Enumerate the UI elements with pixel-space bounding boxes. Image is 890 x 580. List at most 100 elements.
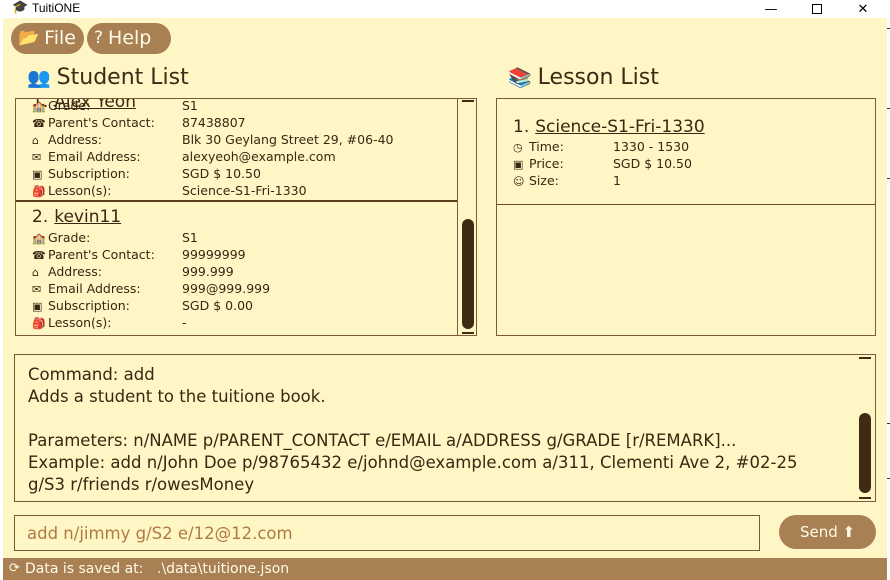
help-menu-label: Help bbox=[108, 27, 152, 49]
student-list-panel[interactable]: 1. Alex Yeoh 🏫 Grade: S1 ☎ Parent's Conta… bbox=[15, 98, 477, 336]
student-grade-row: 🏫 Grade: S1 bbox=[32, 229, 198, 246]
student-list-scrollbar[interactable] bbox=[457, 99, 476, 335]
grade-label: Grade: bbox=[48, 98, 91, 113]
student-card[interactable]: 2. kevin11 🏫 Grade: S1 ☎ Parent's Contact… bbox=[16, 202, 457, 335]
money-icon: ▣ bbox=[513, 158, 524, 171]
lessons-value: - bbox=[182, 315, 187, 330]
envelope-icon: ✉ bbox=[32, 151, 42, 164]
email-label: Email Address: bbox=[48, 281, 141, 296]
student-contact-row: ☎ Parent's Contact: 99999999 bbox=[32, 246, 246, 263]
result-display[interactable]: Command: add Adds a student to the tuiti… bbox=[14, 354, 876, 502]
lesson-list-heading: 📚 Lesson List bbox=[508, 65, 659, 91]
contact-value: 99999999 bbox=[182, 247, 246, 262]
home-icon: ⌂ bbox=[32, 266, 39, 279]
lesson-card[interactable]: 1. Science-S1-Fri-1330 ◷ Time: 1330 - 153… bbox=[497, 99, 875, 205]
student-card[interactable]: 1. Alex Yeoh 🏫 Grade: S1 ☎ Parent's Conta… bbox=[16, 99, 457, 202]
backpack-icon: 🎒 bbox=[32, 185, 46, 198]
books-icon: 📚 bbox=[508, 67, 532, 89]
money-icon: ▣ bbox=[32, 300, 43, 313]
student-card-header: 2. kevin11 bbox=[32, 206, 121, 228]
backpack-icon: 🎒 bbox=[32, 317, 46, 330]
address-label: Address: bbox=[48, 132, 102, 147]
minimize-icon: — bbox=[764, 1, 778, 17]
student-list-title: Student List bbox=[56, 65, 189, 90]
grade-value: S1 bbox=[182, 230, 198, 245]
result-text: Command: add Adds a student to the tuiti… bbox=[28, 365, 798, 494]
subscription-value: SGD $ 10.50 bbox=[182, 166, 261, 181]
scroll-down-cap[interactable] bbox=[462, 332, 474, 334]
envelope-icon: ✉ bbox=[32, 283, 42, 296]
address-value: Blk 30 Geylang Street 29, #06-40 bbox=[182, 132, 394, 147]
address-value: 999.999 bbox=[182, 264, 234, 279]
time-value: 1330 - 1530 bbox=[613, 139, 690, 154]
send-button[interactable]: Send ⬆ bbox=[779, 515, 876, 549]
close-icon: ✕ bbox=[857, 1, 869, 17]
folder-icon: 📂 bbox=[18, 28, 40, 48]
maximize-button[interactable] bbox=[794, 0, 840, 18]
result-scrollbar-thumb[interactable] bbox=[859, 413, 871, 493]
student-name: kevin11 bbox=[54, 207, 122, 227]
phone-icon: ☎ bbox=[32, 249, 46, 262]
lessons-label: Lesson(s): bbox=[48, 315, 112, 330]
time-label: Time: bbox=[529, 139, 564, 154]
email-label: Email Address: bbox=[48, 149, 141, 164]
file-menu[interactable]: 📂 File bbox=[11, 23, 84, 54]
subscription-label: Subscription: bbox=[48, 166, 130, 181]
email-value: 999@999.999 bbox=[182, 281, 271, 296]
command-input[interactable] bbox=[14, 515, 760, 551]
subscription-value: SGD $ 0.00 bbox=[182, 298, 253, 313]
lesson-time-row: ◷ Time: 1330 - 1530 bbox=[513, 138, 689, 155]
student-address-row: ⌂ Address: Blk 30 Geylang Street 29, #06… bbox=[32, 131, 393, 148]
grade-icon: 🏫 bbox=[32, 100, 46, 113]
contact-value: 87438807 bbox=[182, 115, 246, 130]
contact-label: Parent's Contact: bbox=[48, 247, 155, 262]
grade-value: S1 bbox=[182, 98, 198, 113]
save-path: .\data\tuitione.json bbox=[157, 561, 290, 577]
status-label: Data is saved at: bbox=[25, 561, 144, 577]
contact-label: Parent's Contact: bbox=[48, 115, 155, 130]
lesson-list-title: Lesson List bbox=[537, 65, 659, 90]
phone-icon: ☎ bbox=[32, 117, 46, 130]
grade-label: Grade: bbox=[48, 230, 91, 245]
grade-icon: 🏫 bbox=[32, 232, 46, 245]
maximize-icon bbox=[812, 4, 822, 14]
student-list-heading: 👥 Student List bbox=[27, 65, 189, 91]
student-email-row: ✉ Email Address: 999@999.999 bbox=[32, 280, 270, 297]
lesson-card-header: 1. Science-S1-Fri-1330 bbox=[513, 116, 705, 138]
address-label: Address: bbox=[48, 264, 102, 279]
status-bar: ⟳ Data is saved at: .\data\tuitione.json bbox=[3, 558, 887, 580]
lesson-list-panel[interactable]: 1. Science-S1-Fri-1330 ◷ Time: 1330 - 153… bbox=[496, 98, 876, 336]
sync-icon: ⟳ bbox=[9, 561, 20, 576]
price-value: SGD $ 10.50 bbox=[613, 156, 692, 171]
window-title: TuitiONE bbox=[32, 1, 81, 15]
scroll-down-cap[interactable] bbox=[859, 497, 871, 499]
close-button[interactable]: ✕ bbox=[840, 0, 886, 18]
student-grade-row: 🏫 Grade: S1 bbox=[32, 99, 198, 114]
student-lessons-row: 🎒 Lesson(s): - bbox=[32, 314, 187, 331]
scroll-up-cap[interactable] bbox=[859, 357, 871, 359]
student-index: 2. bbox=[32, 207, 49, 227]
student-email-row: ✉ Email Address: alexyeoh@example.com bbox=[32, 148, 336, 165]
scrollbar-thumb[interactable] bbox=[462, 219, 474, 329]
student-subscription-row: ▣ Subscription: SGD $ 0.00 bbox=[32, 297, 253, 314]
lesson-index: 1. bbox=[513, 117, 530, 137]
price-label: Price: bbox=[529, 156, 564, 171]
student-lessons-row: 🎒 Lesson(s): Science-S1-Fri-1330 bbox=[32, 182, 307, 199]
smiley-icon: ☺ bbox=[513, 175, 525, 188]
lesson-price-row: ▣ Price: SGD $ 10.50 bbox=[513, 155, 692, 172]
graduation-cap-icon: 🎓 bbox=[12, 0, 29, 15]
question-icon: ? bbox=[94, 28, 104, 48]
student-subscription-row: ▣ Subscription: SGD $ 10.50 bbox=[32, 165, 261, 182]
email-value: alexyeoh@example.com bbox=[182, 149, 336, 164]
size-value: 1 bbox=[613, 173, 621, 188]
subscription-label: Subscription: bbox=[48, 298, 130, 313]
scroll-up-cap[interactable] bbox=[462, 100, 474, 102]
app-window: 📂 File ? Help 👥 Student List 📚 Lesson Li… bbox=[3, 18, 887, 580]
help-menu[interactable]: ? Help bbox=[87, 23, 171, 54]
minimize-button[interactable]: — bbox=[748, 0, 794, 18]
home-icon: ⌂ bbox=[32, 134, 39, 147]
size-label: Size: bbox=[529, 173, 559, 188]
lessons-label: Lesson(s): bbox=[48, 183, 112, 198]
lesson-code: Science-S1-Fri-1330 bbox=[535, 117, 705, 137]
student-contact-row: ☎ Parent's Contact: 87438807 bbox=[32, 114, 246, 131]
